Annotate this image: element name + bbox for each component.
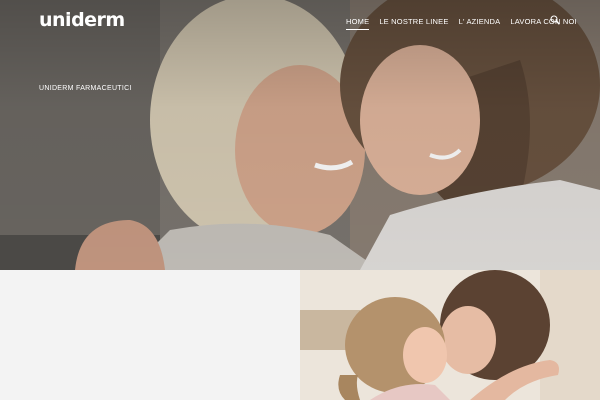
search-icon[interactable] (550, 15, 560, 25)
feature-photo (300, 270, 600, 400)
hero-banner: uniderm HOME LE NOSTRE LINEE L' AZIENDA … (0, 0, 600, 270)
nav-item-le-nostre-linee[interactable]: LE NOSTRE LINEE (379, 15, 448, 30)
lower-left-panel (0, 270, 300, 400)
feature-image-panel (300, 270, 600, 400)
hero-overlay (0, 0, 600, 270)
nav-item-home[interactable]: HOME (346, 15, 370, 30)
nav-item-lavora-con-noi[interactable]: LAVORA CON NOI (510, 15, 576, 30)
brand-logo[interactable]: uniderm (39, 9, 125, 31)
nav-item-azienda[interactable]: L' AZIENDA (459, 15, 501, 30)
hero-subtitle: UNIDERM FARMACEUTICI (39, 85, 132, 92)
